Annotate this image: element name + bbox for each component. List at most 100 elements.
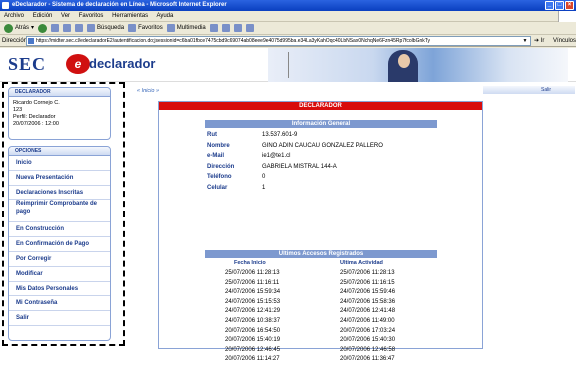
general-info-header: Información General <box>205 120 437 128</box>
mail-icon[interactable] <box>221 24 230 32</box>
info-label: Dirección <box>207 163 235 170</box>
title-bar: eDeclarador - Sistema de declaración en … <box>0 0 576 11</box>
access-start: 24/07/2006 15:15:53 <box>225 298 281 305</box>
info-value: GABRIELA MISTRAL 144-A <box>262 163 337 170</box>
access-last: 24/07/2006 15:58:36 <box>340 298 396 305</box>
menu-item-modificar[interactable]: Modificar <box>9 267 110 282</box>
favorites-button[interactable]: Favoritos <box>128 22 163 35</box>
user-name: Ricardo Cornejo C. <box>13 100 60 106</box>
declarador-box: DECLARADOR Ricardo Cornejo C. 123 Perfil… <box>8 87 111 140</box>
access-last: 20/07/2006 11:36:47 <box>340 356 395 363</box>
info-value: 1 <box>262 185 266 191</box>
info-value: 13.537.601-9 <box>262 132 298 138</box>
access-start: 25/07/2006 11:28:13 <box>225 270 280 276</box>
multimedia-icon <box>166 24 175 32</box>
address-label: Dirección <box>2 38 28 44</box>
search-icon <box>87 24 96 32</box>
menu-item-inicio[interactable]: Inicio <box>9 156 110 171</box>
links-button[interactable]: Vínculos <box>553 35 576 47</box>
home-icon[interactable] <box>75 24 84 32</box>
window-title: eDeclarador - Sistema de declaración en … <box>12 2 227 8</box>
info-value: GINO ADIN CAUCAU GONZALEZ PALLERO <box>262 142 383 149</box>
ie-icon <box>2 2 9 9</box>
menu-ayuda[interactable]: Ayuda <box>156 13 173 19</box>
menu-item-en-construccion[interactable]: En Construcción <box>9 222 110 238</box>
refresh-icon[interactable] <box>63 24 72 32</box>
menu-archivo[interactable]: Archivo <box>4 13 24 19</box>
access-start: 20/07/2006 11:14:27 <box>225 356 280 363</box>
options-header: OPCIONES <box>9 147 110 156</box>
multimedia-button[interactable]: Multimedia <box>166 22 206 35</box>
user-profile: Perfil: Declarador <box>13 114 56 120</box>
menu-ver[interactable]: Ver <box>61 13 70 19</box>
menu-item-en-confirmacion-pago[interactable]: En Confirmación de Pago <box>9 237 110 252</box>
info-value: ie1@te1.cl <box>262 153 291 160</box>
info-value: 0 <box>262 174 266 181</box>
user-id: 123 <box>13 107 23 113</box>
salir-link[interactable]: Salir <box>483 86 575 94</box>
col-fecha-inicio: Fecha Inicio <box>234 260 266 266</box>
sec-logo: SEC <box>8 54 47 74</box>
access-last: 20/07/2006 17:03:24 <box>340 327 396 334</box>
address-input[interactable]: https://midter.sec.cl/edeclaradorE2/aute… <box>26 36 531 46</box>
access-last: 20/07/2006 15:40:30 <box>340 337 396 344</box>
access-header: Ultimos Accesos Registrados <box>205 250 437 258</box>
chevron-down-icon[interactable]: ▼ <box>521 37 529 45</box>
menu-item-mis-datos-personales[interactable]: Mis Datos Personales <box>9 282 110 297</box>
access-start: 20/07/2006 15:40:19 <box>225 337 281 344</box>
menu-item-declaraciones-inscritas[interactable]: Declaraciones Inscritas <box>9 186 110 201</box>
access-start: 25/07/2006 11:16:11 <box>225 279 280 286</box>
declarador-header: DECLARADOR <box>9 88 110 97</box>
access-start: 24/07/2006 15:59:34 <box>225 289 281 296</box>
user-datetime: 20/07/2006 : 12:00 <box>13 121 59 127</box>
declarador-logo: declarador <box>89 56 156 71</box>
info-label: Nombre <box>207 142 230 149</box>
windows-logo-icon <box>558 11 576 22</box>
menu-herramientas[interactable]: Herramientas <box>112 13 148 19</box>
page-content: SEC e declarador DECLARADOR Ricardo Corn… <box>0 48 576 362</box>
forward-arrow-icon[interactable] <box>38 23 48 33</box>
declarador-panel: DECLARADOR Información General Rut 13.537… <box>158 101 483 362</box>
access-start: 24/07/2006 10:38:37 <box>225 318 281 324</box>
access-last: 24/07/2006 15:59:46 <box>340 289 396 296</box>
menu-item-nueva-presentacion[interactable]: Nueva Presentación <box>9 171 110 186</box>
edit-icon[interactable] <box>245 24 254 32</box>
menu-item-reimprimir-comprobante[interactable]: Reimprimir Comprobante de pago <box>9 200 110 223</box>
info-label: e-Mail <box>207 153 225 160</box>
page-icon <box>28 38 34 44</box>
back-button[interactable]: Atrás ▾ <box>4 22 34 35</box>
maximize-button[interactable]: □ <box>555 1 564 10</box>
toolbar: Atrás ▾ Búsqueda Favoritos Multimedia <box>0 22 576 35</box>
browser-window: eDeclarador - Sistema de declaración en … <box>0 0 576 362</box>
info-label: Celular <box>207 185 228 191</box>
options-box: OPCIONES Inicio Nueva Presentación Decla… <box>8 146 111 341</box>
print-icon[interactable] <box>233 24 242 32</box>
menu-edicion[interactable]: Edición <box>33 13 53 19</box>
info-label: Teléfono <box>207 174 232 181</box>
access-start: 20/07/2006 16:54:50 <box>225 327 281 334</box>
search-button[interactable]: Búsqueda <box>87 22 124 35</box>
banner-photo <box>268 48 568 82</box>
stop-icon[interactable] <box>51 24 60 32</box>
access-start: 24/07/2006 12:41:29 <box>225 308 281 315</box>
history-icon[interactable] <box>209 24 218 32</box>
address-url: https://midter.sec.cl/edeclaradorE2/aute… <box>36 38 431 44</box>
access-last: 24/07/2006 11:49:00 <box>340 318 395 324</box>
menu-item-por-corregir[interactable]: Por Corregir <box>9 252 110 267</box>
menu-item-salir[interactable]: Salir <box>9 311 110 326</box>
info-label: Rut <box>207 132 217 138</box>
col-ultima-actividad: Ultima Actividad <box>340 260 383 266</box>
go-button[interactable]: ➔ Ir <box>534 35 544 47</box>
close-button[interactable]: × <box>565 1 574 10</box>
banner: SEC e declarador <box>0 48 576 82</box>
address-bar: Dirección https://midter.sec.cl/edeclara… <box>0 35 576 47</box>
minimize-button[interactable]: _ <box>545 1 554 10</box>
breadcrumb[interactable]: « Inicio » <box>137 88 159 94</box>
panel-title: DECLARADOR <box>159 102 482 110</box>
menu-bar: Archivo Edición Ver Favoritos Herramient… <box>0 11 576 22</box>
access-last: 25/07/2006 11:28:13 <box>340 270 395 276</box>
menu-favoritos[interactable]: Favoritos <box>79 13 104 19</box>
back-arrow-icon <box>4 23 13 33</box>
star-icon <box>128 24 137 32</box>
menu-item-mi-contrasena[interactable]: Mi Contraseña <box>9 296 110 312</box>
